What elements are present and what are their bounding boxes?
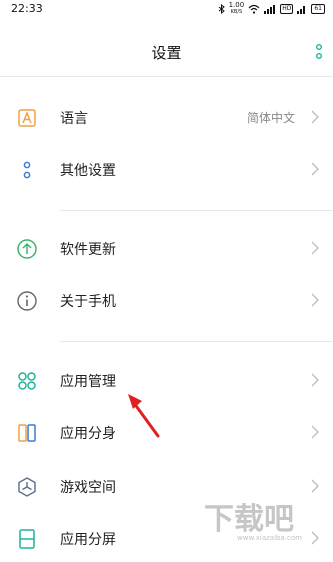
update-icon [17, 239, 37, 259]
hd-badge: HD [280, 4, 294, 14]
item-label: 应用管理 [60, 374, 116, 390]
svg-text:下载吧: 下载吧 [204, 502, 294, 537]
item-label: 游戏空间 [60, 480, 116, 496]
settings-item-update[interactable]: 软件更新 [0, 226, 333, 272]
section-divider [60, 341, 333, 342]
settings-item-language[interactable]: 语言 简体中文 [0, 95, 333, 141]
wifi-icon [248, 4, 260, 14]
speed-value: 1.00 [228, 1, 245, 9]
apps-grid-icon [18, 372, 36, 390]
chevron-right-icon [311, 373, 319, 387]
item-label: 应用分屏 [60, 532, 116, 548]
chevron-right-icon [311, 241, 319, 255]
battery-indicator: 61 [311, 4, 325, 14]
speed-unit: KB/S [230, 9, 243, 15]
header: 设置 [0, 30, 333, 74]
item-label: 关于手机 [60, 294, 116, 310]
dual-apps-icon [18, 424, 36, 442]
chevron-right-icon [311, 110, 319, 124]
item-label: 应用分身 [60, 426, 116, 442]
svg-text:www.xiazaiba.com: www.xiazaiba.com [237, 534, 302, 542]
language-icon [18, 109, 36, 127]
other-settings-icon [23, 161, 31, 179]
chevron-right-icon [311, 293, 319, 307]
status-bar: 22:33 1.00 KB/S HD 61 [0, 0, 333, 18]
section-divider [60, 210, 333, 211]
game-space-icon [18, 477, 36, 497]
item-label: 其他设置 [60, 163, 116, 179]
item-value: 简体中文 [246, 111, 295, 125]
status-icons: 1.00 KB/S HD 61 [218, 2, 325, 16]
settings-item-dual-apps[interactable]: 应用分身 [0, 410, 333, 456]
header-divider [0, 76, 333, 77]
signal-icon [264, 5, 276, 14]
network-speed: 1.00 KB/S [229, 2, 245, 16]
chevron-right-icon [311, 425, 319, 439]
item-label: 软件更新 [60, 242, 116, 258]
more-vertical-icon[interactable] [315, 43, 323, 61]
bluetooth-icon [218, 4, 225, 14]
item-label: 语言 [60, 111, 88, 127]
watermark-logo: 下载吧 www.xiazaiba.com [204, 502, 302, 542]
settings-item-app-management[interactable]: 应用管理 [0, 358, 333, 404]
settings-item-other[interactable]: 其他设置 [0, 147, 333, 193]
info-icon [17, 291, 37, 311]
settings-item-about[interactable]: 关于手机 [0, 278, 333, 324]
signal-2-icon [297, 6, 306, 14]
chevron-right-icon [311, 479, 319, 493]
chevron-right-icon [311, 162, 319, 176]
status-time: 22:33 [11, 2, 43, 15]
page-title: 设置 [151, 44, 182, 62]
